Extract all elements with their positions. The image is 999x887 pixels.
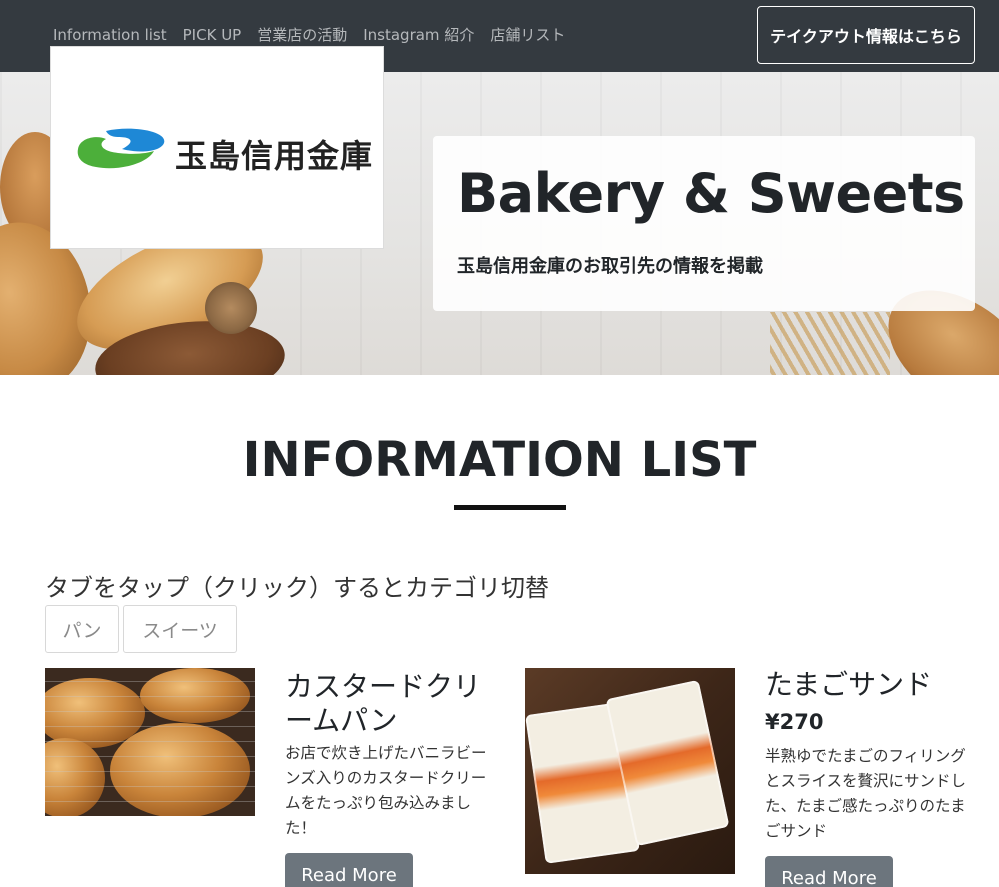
nav-link-pick-up[interactable]: PICK UP (183, 24, 242, 46)
tab-sweets[interactable]: スイーツ (123, 605, 237, 653)
nav-links: Information list PICK UP 営業店の活動 Instagra… (53, 24, 565, 46)
egg-sandwich-image[interactable] (525, 668, 735, 874)
card-price-egg-sandwich: ¥270 (765, 710, 824, 734)
custard-bun-image[interactable] (45, 668, 255, 816)
bank-logo-text: 玉島信用金庫 (175, 137, 374, 175)
card-title-egg-sandwich[interactable]: たまごサンド (765, 668, 985, 702)
takeout-info-button[interactable]: テイクアウト情報はこちら (757, 6, 975, 64)
hero-title: Bakery & Sweets (457, 162, 965, 225)
section-title: INFORMATION LIST (242, 432, 757, 488)
nav-link-branch-activities[interactable]: 営業店の活動 (257, 24, 347, 46)
tab-hint-text: タブをタップ（クリック）するとカテゴリ切替 (45, 574, 549, 602)
hero-wheat-image (770, 312, 890, 375)
card-desc-egg-sandwich: 半熟ゆでたまごのフィリング とスライスを贅沢にサンドし た、たまご感たっぷりのた… (765, 747, 967, 840)
nav-link-information-list[interactable]: Information list (53, 24, 167, 46)
brand-logo-card[interactable]: 玉島信用金庫 (50, 46, 384, 249)
tab-bread[interactable]: パン (45, 605, 119, 653)
card-title-custard[interactable]: カスタードクリ ームパン (285, 670, 505, 738)
nav-link-instagram[interactable]: Instagram 紹介 (363, 24, 474, 46)
hero-bread-image (205, 282, 257, 334)
bank-logo-icon (77, 128, 165, 169)
hero-subtitle: 玉島信用金庫のお取引先の情報を掲載 (457, 256, 763, 277)
read-more-button-egg-sandwich[interactable]: Read More (765, 856, 893, 887)
title-underline (454, 505, 566, 510)
read-more-button-custard[interactable]: Read More (285, 853, 413, 887)
hero-title-card: Bakery & Sweets 玉島信用金庫のお取引先の情報を掲載 (433, 136, 975, 311)
card-desc-custard: お店で炊き上げたバニラビー ンズ入りのカスタードクリー ムをたっぷり包み込みまし… (285, 744, 487, 837)
nav-link-store-list[interactable]: 店舗リスト (490, 24, 565, 46)
